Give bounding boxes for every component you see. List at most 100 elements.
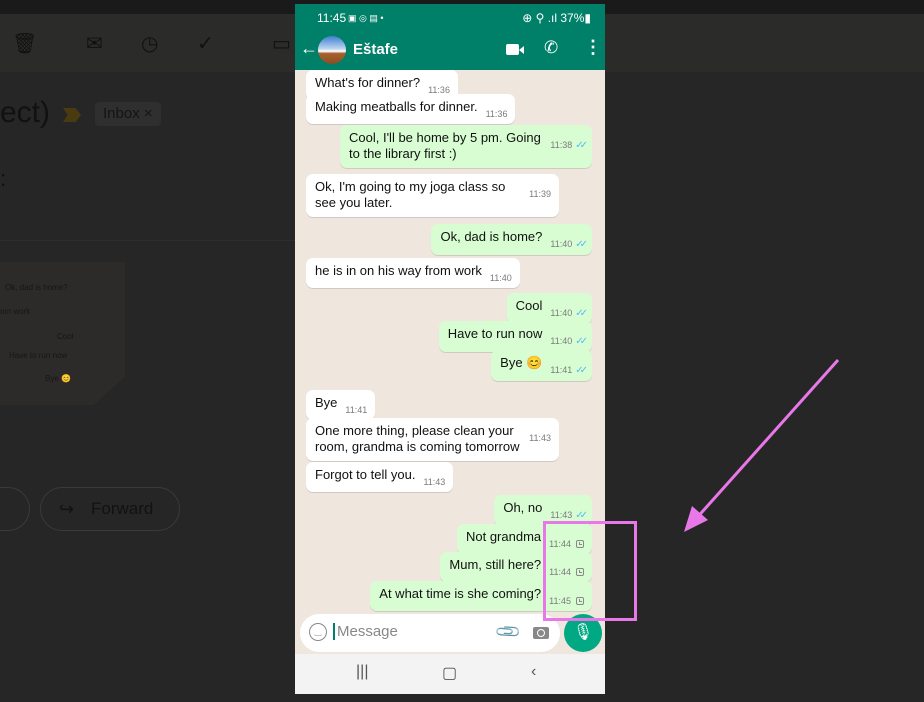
read-receipt-icon: ✓✓ [575, 510, 588, 521]
message-text: Have to run now [447, 326, 543, 341]
read-receipt-icon: ✓✓ [575, 239, 588, 250]
forward-button[interactable]: ↪ Forward [40, 487, 180, 531]
nav-back-icon[interactable]: ‹ [531, 663, 536, 681]
message-text: Forgot to tell you. [315, 467, 416, 482]
incoming-message[interactable]: 11:41 Bye [306, 390, 376, 420]
outgoing-message[interactable]: 11:41 ✓✓ Bye 😊 [491, 350, 592, 381]
emoji-icon[interactable]: ‿ [309, 623, 327, 641]
read-receipt-icon: ✓✓ [575, 336, 588, 347]
message-time: 11:41 [345, 402, 367, 418]
time-text: 11:41 [345, 405, 368, 415]
add-task-icon[interactable]: ✓ [197, 33, 214, 55]
time-text: 11:39 [529, 189, 551, 199]
incoming-message[interactable]: 11:39 Ok, I'm going to my joga class so s… [306, 174, 559, 217]
message-text: Making meatballs for dinner. [315, 99, 478, 114]
outgoing-message[interactable]: 11:40 ✓✓ Cool [506, 293, 592, 324]
home-icon[interactable]: ▢ [442, 663, 457, 683]
annotation-arrow-icon [684, 359, 840, 532]
message-time: 11:43 [529, 430, 551, 446]
thumb-msg: om work [0, 307, 31, 316]
message-text: Ok, I'm going to my joga class so see yo… [315, 179, 506, 210]
outgoing-message[interactable]: 11:40 ✓✓ Have to run now [438, 321, 592, 352]
camera-icon[interactable] [533, 627, 549, 639]
thumb-msg: Have to run now [9, 351, 68, 360]
message-text: At what time is she coming? [379, 586, 542, 601]
read-receipt-icon: ✓✓ [575, 365, 588, 376]
time-text: 11:38 [550, 140, 573, 150]
message-time: 11:41 ✓✓ [550, 362, 588, 379]
message-text: Oh, no [503, 500, 543, 515]
message-time: 11:36 [486, 106, 508, 122]
message-text: What's for dinner? [315, 75, 421, 90]
divider [0, 240, 295, 241]
attachment-thumbnail[interactable]: Ok, dad is home? om work Cool Have to ru… [0, 262, 125, 405]
email-subject: ect) [0, 96, 51, 129]
time-text: 11:41 [550, 365, 573, 375]
importance-marker-icon[interactable] [63, 108, 81, 122]
outgoing-message[interactable]: 11:38 ✓✓ Cool, I'll be home by 5 pm. Going… [340, 125, 592, 168]
time-text: 11:40 [550, 336, 573, 346]
android-nav-bar: ||| ▢ ‹ [295, 654, 605, 694]
message-time: 11:40 [490, 270, 512, 286]
read-receipt-icon: ✓✓ [575, 308, 588, 319]
time-text: 11:40 [550, 239, 573, 249]
thumb-msg: Cool [57, 332, 74, 341]
reply-button[interactable] [0, 487, 30, 531]
notification-icons: ▣ ◎ ▤ • [348, 13, 384, 23]
paperclip-icon[interactable]: 📎 [494, 617, 523, 646]
sender-fragment: : [0, 166, 7, 191]
time-text: 11:40 [489, 273, 512, 283]
message-time: 11:40 ✓✓ [550, 305, 588, 322]
message-time: 11:40 ✓✓ [550, 236, 588, 253]
time-text: 11:43 [550, 510, 573, 520]
system-status-icons: ⊕ ⚲ .ıl 37%▮ [522, 11, 591, 25]
message-time: 11:43 [423, 474, 445, 490]
status-time: 11:45 [317, 11, 347, 25]
message-text: Ok, dad is home? [440, 229, 543, 244]
incoming-message[interactable]: 11:40 he is in on his way from work [306, 258, 520, 288]
time-text: 11:36 [485, 109, 508, 119]
forward-label: Forward [91, 499, 154, 518]
trash-icon[interactable]: 🗑 [12, 33, 37, 55]
forward-icon: ↪ [59, 499, 75, 519]
message-text: Bye 😊 [500, 355, 543, 370]
message-text: One more thing, please clean your room, … [315, 423, 520, 454]
clock-icon[interactable]: ◷ [141, 33, 158, 55]
contact-name[interactable]: Eštafe [353, 41, 398, 58]
chat-header: ← Eštafe ✆ ⋮ [295, 32, 605, 70]
incoming-message[interactable]: 11:36 Making meatballs for dinner. [306, 94, 516, 124]
message-time: 11:39 [529, 186, 551, 202]
mail-icon[interactable]: ✉ [86, 33, 103, 55]
message-text: Cool [515, 298, 543, 313]
inbox-label-chip[interactable]: Inbox × [95, 102, 161, 126]
message-text: Not grandma [465, 529, 542, 544]
recent-apps-icon[interactable]: ||| [356, 663, 368, 681]
status-bar: 11:45 ▣ ◎ ▤ • ⊕ ⚲ .ıl 37%▮ [295, 4, 605, 32]
message-input[interactable] [333, 623, 483, 640]
time-text: 11:43 [423, 477, 446, 487]
inbox-label-text: Inbox [103, 105, 140, 122]
message-text: Bye [315, 395, 338, 410]
time-text: 11:40 [550, 308, 573, 318]
time-text: 11:43 [529, 433, 551, 443]
message-text: Cool, I'll be home by 5 pm. Going to the… [349, 130, 541, 161]
move-to-folder-icon[interactable]: ▭ [272, 33, 291, 55]
back-arrow-icon[interactable]: ← [300, 38, 318, 59]
phone-call-icon[interactable]: ✆ [544, 38, 558, 58]
remove-label-icon[interactable]: × [144, 105, 153, 122]
message-time: 11:38 ✓✓ [550, 137, 588, 154]
microphone-icon: 🎙 [572, 624, 594, 641]
thumb-msg: Ok, dad is home? [5, 283, 68, 292]
message-time: 11:40 ✓✓ [550, 333, 588, 350]
compose-bar: ‿ 📎 [300, 614, 560, 652]
read-receipt-icon: ✓✓ [575, 140, 588, 151]
message-text: Mum, still here? [449, 557, 542, 572]
message-text: he is in on his way from work [315, 263, 482, 278]
more-options-icon[interactable]: ⋮ [584, 37, 602, 58]
video-call-icon[interactable] [506, 44, 524, 55]
avatar[interactable] [318, 36, 346, 64]
incoming-message[interactable]: 11:43 Forgot to tell you. [306, 462, 454, 492]
outgoing-message[interactable]: 11:40 ✓✓ Ok, dad is home? [431, 224, 592, 255]
incoming-message[interactable]: 11:43 One more thing, please clean your r… [306, 418, 559, 461]
thumb-msg: Bye 😊 [45, 374, 71, 383]
